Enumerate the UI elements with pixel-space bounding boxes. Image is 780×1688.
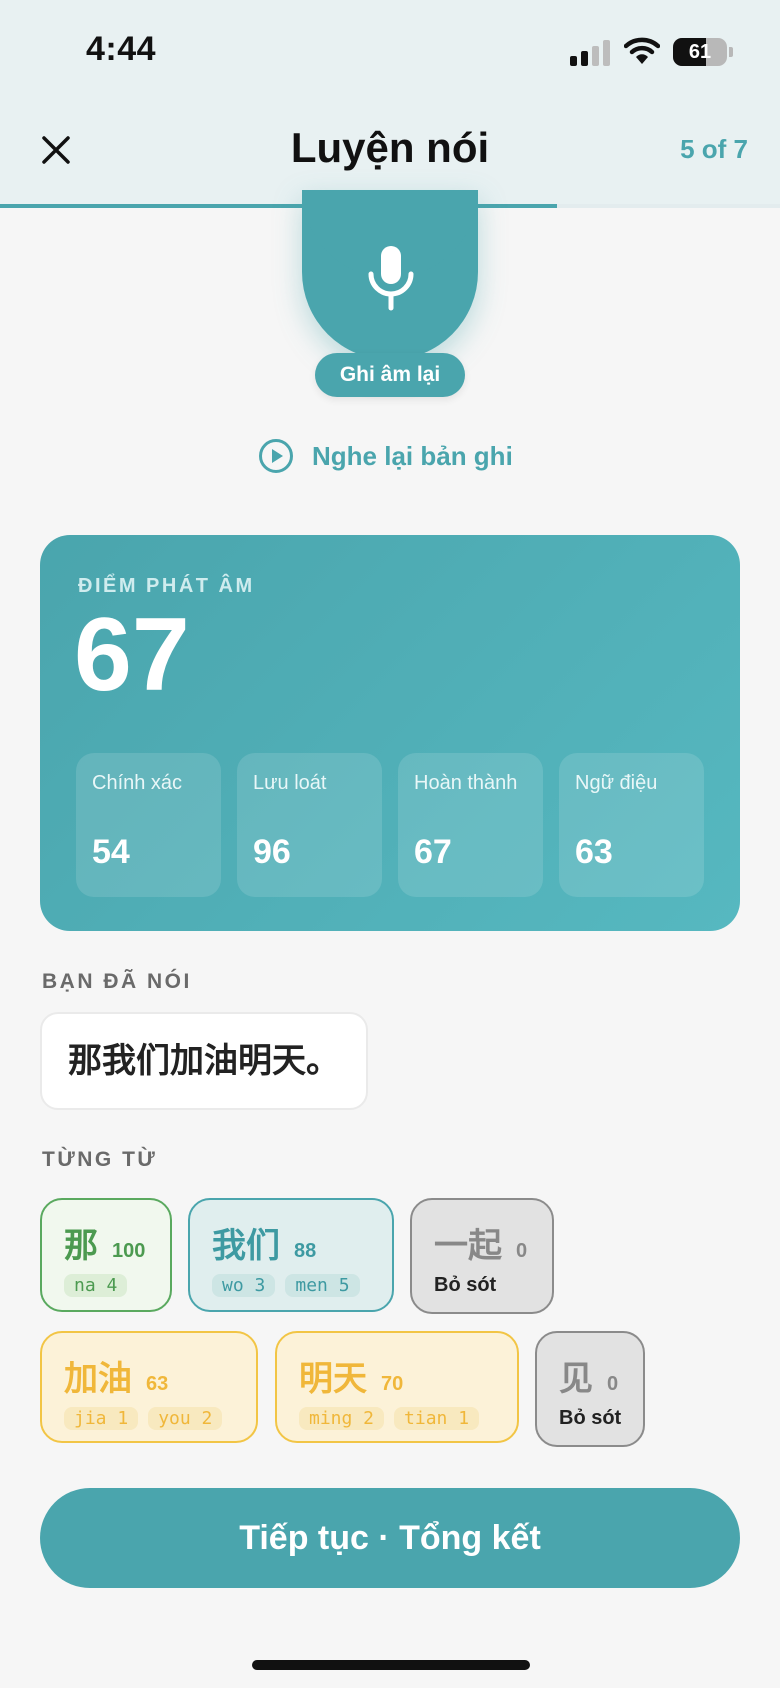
metric-value: 96 bbox=[253, 833, 291, 871]
word-score: 0 bbox=[516, 1240, 528, 1262]
word-chip-header: 我们 88 bbox=[212, 1218, 316, 1267]
play-circle-icon bbox=[259, 439, 293, 473]
pronunciation-score-card: ĐIỂM PHÁT ÂM 67 Chính xác 54 Lưu loát 96… bbox=[40, 535, 740, 931]
metric-label: Ngữ điệu bbox=[575, 772, 658, 794]
syllable-list: jia 1 you 2 bbox=[64, 1407, 223, 1430]
word-chip-header: 那 100 bbox=[64, 1218, 145, 1267]
syllable-list: na 4 bbox=[64, 1274, 128, 1297]
status-time: 4:44 bbox=[86, 30, 157, 68]
word-text: 加油 bbox=[64, 1359, 132, 1399]
word-score: 63 bbox=[146, 1373, 169, 1395]
word-chip-header: 见 0 bbox=[559, 1351, 618, 1400]
word-text: 我们 bbox=[212, 1226, 280, 1266]
word-chip[interactable]: 我们 88 wo 3 men 5 bbox=[188, 1198, 394, 1312]
continue-button[interactable]: Tiếp tục · Tổng kết bbox=[40, 1488, 740, 1588]
battery-tip bbox=[729, 47, 733, 57]
metric-value: 63 bbox=[575, 833, 613, 871]
score-metrics: Chính xác 54 Lưu loát 96 Hoàn thành 67 N… bbox=[76, 753, 704, 897]
missed-label: Bỏ sót bbox=[434, 1274, 497, 1296]
metric-completeness: Hoàn thành 67 bbox=[398, 753, 543, 897]
words-section-label: TỪNG TỪ bbox=[42, 1148, 158, 1171]
syllable-tag: ming 2 bbox=[299, 1407, 385, 1430]
syllable-tag: tian 1 bbox=[394, 1407, 480, 1430]
word-text: 一起 bbox=[434, 1226, 502, 1266]
said-section-label: BẠN ĐÃ NÓI bbox=[42, 970, 192, 993]
word-score: 88 bbox=[294, 1240, 317, 1262]
wifi-icon bbox=[624, 37, 660, 64]
metric-label: Hoàn thành bbox=[414, 772, 518, 794]
metric-label: Lưu loát bbox=[253, 772, 327, 794]
metric-accuracy: Chính xác 54 bbox=[76, 753, 221, 897]
word-text: 那 bbox=[64, 1226, 98, 1266]
metric-intonation: Ngữ điệu 63 bbox=[559, 753, 704, 897]
syllable-tag: you 2 bbox=[148, 1407, 223, 1430]
syllable-tag: wo 3 bbox=[212, 1274, 276, 1297]
transcript-box: 那我们加油明天。 bbox=[40, 1012, 368, 1110]
syllable-list: wo 3 men 5 bbox=[212, 1274, 360, 1297]
score-value: 67 bbox=[74, 597, 190, 713]
step-counter: 5 of 7 bbox=[680, 134, 748, 164]
battery-icon: 61 bbox=[673, 38, 727, 66]
syllable-list: ming 2 tian 1 bbox=[299, 1407, 480, 1430]
record-button[interactable] bbox=[302, 190, 478, 360]
metric-value: 67 bbox=[414, 833, 452, 871]
word-chip[interactable]: 明天 70 ming 2 tian 1 bbox=[275, 1331, 519, 1443]
home-indicator bbox=[252, 1660, 530, 1670]
syllable-tag: na 4 bbox=[64, 1274, 128, 1297]
metric-fluency: Lưu loát 96 bbox=[237, 753, 382, 897]
cellular-signal-icon bbox=[570, 40, 610, 66]
word-score: 100 bbox=[112, 1240, 146, 1262]
status-bar: 4:44 61 bbox=[0, 0, 780, 100]
word-text: 见 bbox=[559, 1359, 593, 1399]
syllable-tag: jia 1 bbox=[64, 1407, 139, 1430]
word-chip-header: 一起 0 bbox=[434, 1218, 527, 1267]
word-chip[interactable]: 一起 0 Bỏ sót bbox=[410, 1198, 554, 1314]
playback-label: Nghe lại bản ghi bbox=[312, 440, 513, 471]
word-chip[interactable]: 那 100 na 4 bbox=[40, 1198, 172, 1312]
word-score: 0 bbox=[607, 1373, 619, 1395]
microphone-icon bbox=[368, 246, 414, 311]
rerecord-button[interactable]: Ghi âm lại bbox=[315, 353, 465, 397]
page-title: Luyện nói bbox=[290, 124, 490, 171]
syllable-tag: men 5 bbox=[285, 1274, 360, 1297]
metric-label: Chính xác bbox=[92, 772, 183, 794]
score-label: ĐIỂM PHÁT ÂM bbox=[78, 575, 255, 597]
metric-value: 54 bbox=[92, 833, 130, 871]
word-text: 明天 bbox=[299, 1359, 367, 1399]
word-chip-header: 加油 63 bbox=[64, 1351, 168, 1400]
word-chip-header: 明天 70 bbox=[299, 1351, 403, 1400]
word-chip[interactable]: 加油 63 jia 1 you 2 bbox=[40, 1331, 258, 1443]
word-chip[interactable]: 见 0 Bỏ sót bbox=[535, 1331, 645, 1447]
word-score: 70 bbox=[381, 1373, 404, 1395]
playback-button[interactable]: Nghe lại bản ghi bbox=[258, 436, 513, 476]
missed-label: Bỏ sót bbox=[559, 1407, 622, 1429]
battery-percentage: 61 bbox=[688, 41, 712, 63]
